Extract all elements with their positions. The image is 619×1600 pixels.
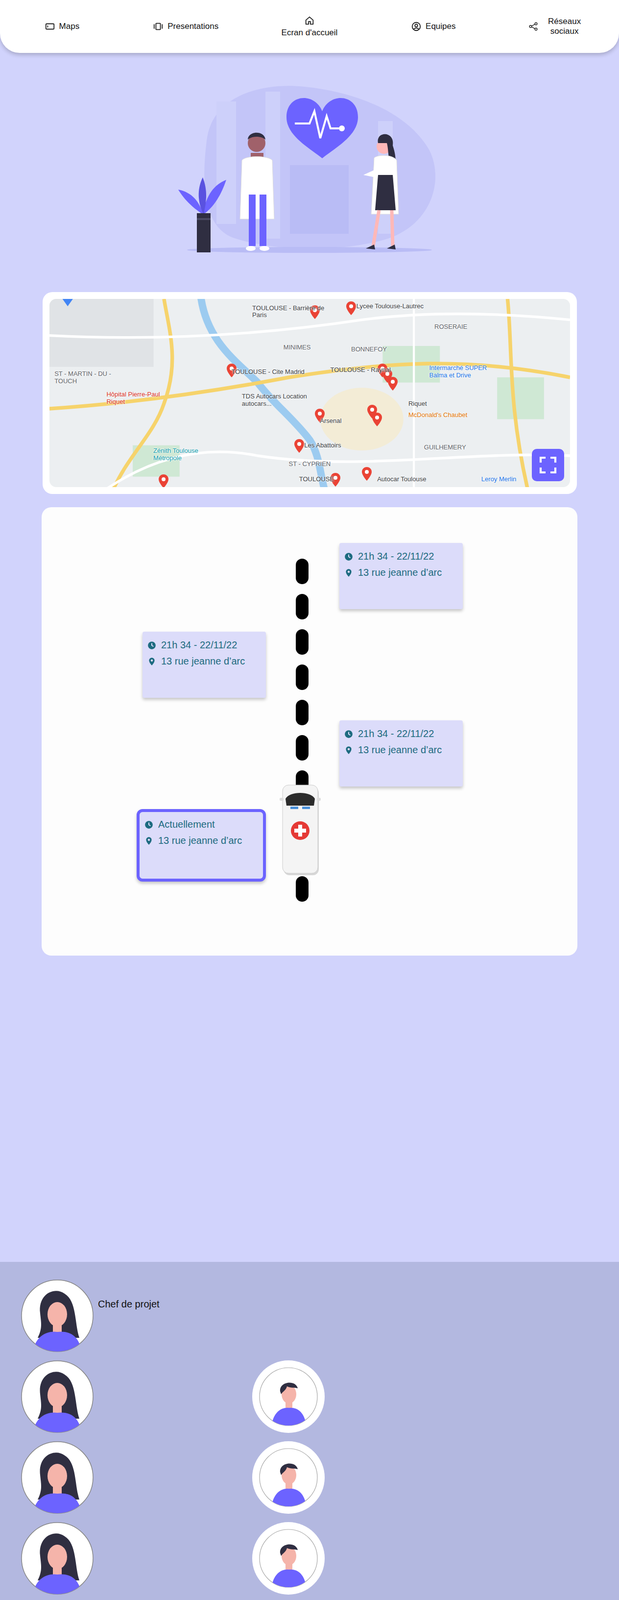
fullscreen-icon (538, 454, 558, 475)
map-label: ROSERAIE (434, 323, 468, 331)
map-label: Arsenal (319, 417, 342, 425)
stop-address: 13 rue jeanne d’arc (357, 743, 442, 756)
map-label: TOULOUSE - Barrière de Paris (252, 304, 326, 320)
map-label: Intermarché SUPER Balma et Drive (428, 364, 503, 380)
location-pin-icon (344, 568, 354, 577)
stop-card[interactable]: 21h 34 - 22/11/22 13 rue jeanne d’arc (339, 542, 463, 609)
nav-item[interactable]: Ecran d'accueil (247, 15, 372, 38)
nav-label: Réseaux sociaux (542, 16, 587, 37)
map-label: Leroy Merlin (481, 475, 517, 483)
team-role: Chef de projet (97, 1297, 160, 1310)
route-dash (295, 734, 309, 761)
route-dash (295, 558, 309, 584)
nav-item[interactable]: Presentations (123, 21, 248, 32)
team-section: Chef de projet (0, 1261, 619, 1599)
home-icon (304, 15, 315, 26)
nav-item[interactable]: Maps (0, 21, 124, 32)
route-dash (295, 699, 309, 725)
clock-icon (147, 640, 157, 650)
map[interactable]: TOULOUSE - Barrière de Paris Lycee Toulou… (49, 298, 571, 487)
timeline-row: 21h 34 - 22/11/22 13 rue jeanne d’arc (41, 631, 578, 698)
clock-icon (344, 729, 354, 739)
woman-avatar-icon[interactable] (20, 1439, 95, 1514)
slides-icon (152, 21, 164, 32)
stop-address: 13 rue jeanne d’arc (357, 566, 442, 578)
team-lead: Chef de projet (20, 1278, 619, 1352)
route-dash (295, 664, 309, 690)
man-avatar-icon[interactable] (251, 1520, 326, 1595)
map-label: MINIMES (283, 343, 311, 352)
stop-time: Actuellement (158, 818, 215, 830)
team-members (20, 1358, 619, 1595)
stop-card[interactable]: Actuellement 13 rue jeanne d’arc (136, 808, 266, 881)
nav-label: Ecran d'accueil (281, 27, 338, 38)
location-pin-icon (144, 835, 154, 845)
map-label: Zénith Toulouse Métropole (153, 447, 227, 462)
man-avatar-icon[interactable] (251, 1439, 326, 1514)
map-icon (44, 21, 56, 32)
woman-avatar-icon[interactable] (20, 1358, 95, 1433)
map-pin-icon[interactable] (372, 412, 382, 427)
map-label: Hôpital Pierre-Paul Riquet (106, 390, 180, 406)
top-nav: Maps Presentations Ecran d'accueil Equipes R… (0, 0, 619, 53)
stop-address: 13 rue jeanne d’arc (158, 834, 242, 846)
nav-item[interactable]: Réseaux sociaux (495, 16, 619, 37)
map-label: ST - CYPRIEN (288, 460, 331, 468)
stop-card[interactable]: 21h 34 - 22/11/22 13 rue jeanne d’arc (339, 719, 463, 786)
route-dash (295, 875, 309, 902)
map-pin-icon[interactable] (361, 466, 372, 481)
clock-icon (344, 551, 354, 561)
location-pin-icon (344, 745, 354, 755)
map-label: Autocar Toulouse (377, 475, 427, 483)
map-label: ST - MARTIN - DU - TOUCH (54, 370, 128, 385)
man-avatar-icon[interactable] (251, 1358, 326, 1433)
stop-time: 21h 34 - 22/11/22 (161, 639, 238, 651)
fullscreen-button[interactable] (531, 448, 565, 481)
timeline-card: 21h 34 - 22/11/2213 rue jeanne d’arc21h … (41, 506, 578, 955)
stop-address: 13 rue jeanne d’arc (161, 655, 245, 667)
map-label: Les Abattoirs (304, 441, 341, 450)
map-label: GUILHEMERY (424, 443, 467, 452)
map-card: TOULOUSE - Barrière de Paris Lycee Toulou… (42, 291, 577, 494)
location-pin-icon (147, 656, 157, 666)
route-dash (295, 593, 309, 619)
timeline: 21h 34 - 22/11/2213 rue jeanne d’arc21h … (41, 506, 578, 881)
stop-time: 21h 34 - 22/11/22 (357, 727, 434, 739)
map-label: Riquet (408, 400, 428, 408)
map-label: TOULOUSE - Cite Madrid (231, 368, 305, 376)
route-dash (295, 628, 309, 655)
map-label: BONNEFOY (351, 345, 387, 354)
nav-label: Equipes (425, 21, 456, 32)
page: Maps Presentations Ecran d'accueil Equipes R… (0, 0, 619, 1599)
map-pin-icon[interactable] (387, 376, 398, 391)
woman-avatar-icon[interactable] (20, 1278, 95, 1352)
timeline-row: 21h 34 - 22/11/22 13 rue jeanne d’arc (41, 542, 578, 609)
map-pin-icon[interactable] (346, 301, 357, 315)
map-label: TOULOUSE (299, 475, 334, 483)
woman-avatar-icon[interactable] (20, 1520, 95, 1595)
map-pin-icon[interactable] (158, 474, 169, 487)
user-circle-icon (410, 21, 422, 32)
share-icon (527, 21, 539, 32)
map-label: TDS Autocars Location autocars... (241, 392, 316, 408)
clock-icon (144, 819, 154, 829)
nav-label: Presentations (167, 21, 219, 32)
ambulance-icon (279, 783, 323, 877)
nav-item[interactable]: Equipes (371, 21, 496, 32)
stop-time: 21h 34 - 22/11/22 (357, 550, 434, 562)
nav-label: Maps (59, 21, 80, 32)
stop-card[interactable]: 21h 34 - 22/11/22 13 rue jeanne d’arc (142, 631, 266, 698)
timeline-row: 21h 34 - 22/11/22 13 rue jeanne d’arc (41, 719, 578, 786)
hero-illustration (177, 81, 442, 255)
map-pin-icon[interactable] (294, 438, 305, 453)
map-label: TOULOUSE - Raynal (330, 366, 391, 374)
map-label: McDonald's Chaubet (408, 411, 468, 419)
map-label: Lycee Toulouse-Lautrec (356, 302, 424, 310)
